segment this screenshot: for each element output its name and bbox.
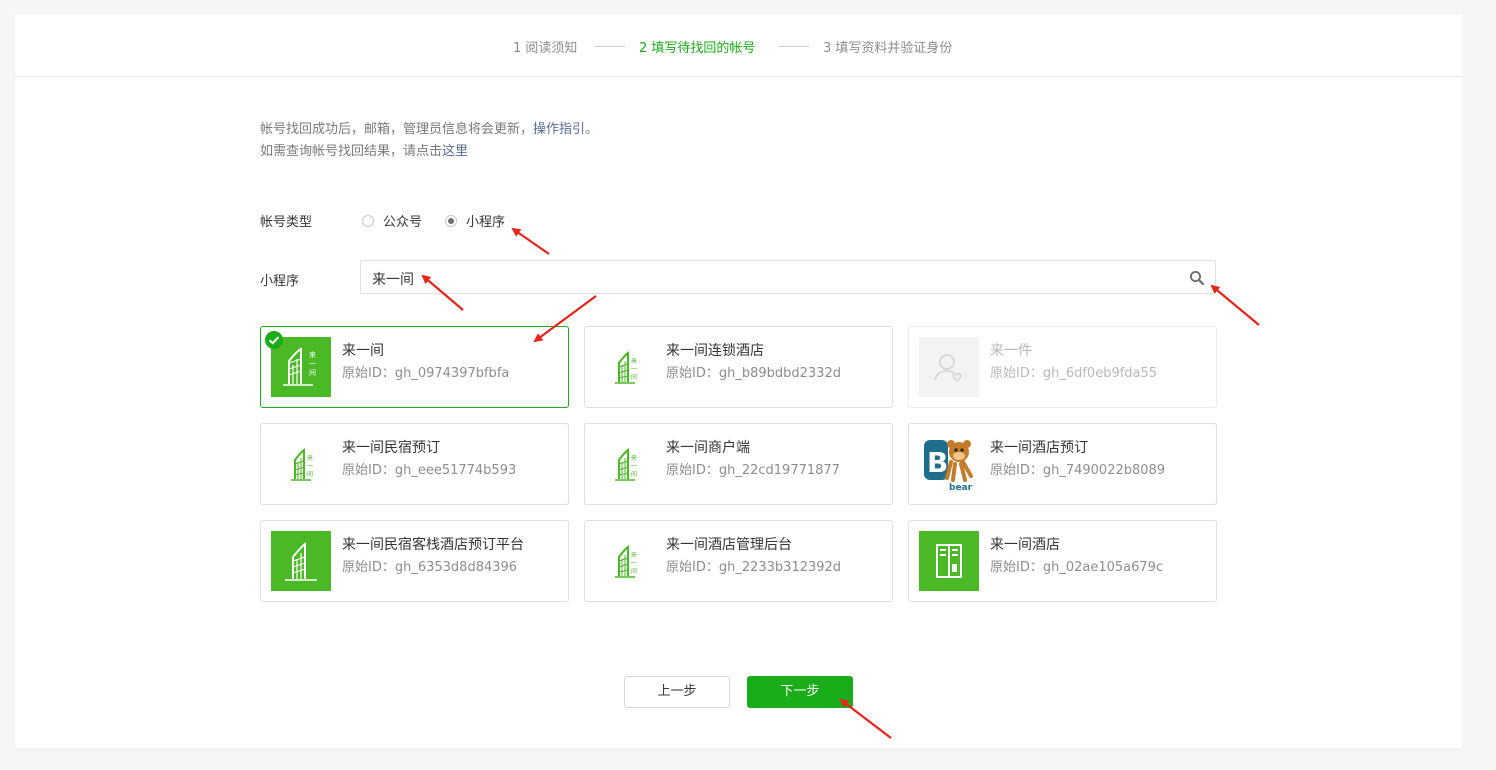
account-type-label: 帐号类型 [260, 215, 313, 230]
svg-text:来: 来 [631, 358, 637, 365]
result-original-id: 原始ID：gh_6353d8d84396 [342, 560, 518, 575]
result-original-id: 原始ID：gh_22cd19771877 [666, 463, 840, 478]
result-name: 来一间连锁酒店 [666, 343, 764, 359]
result-name: 来一间酒店管理后台 [666, 537, 792, 553]
radio-official-account[interactable]: 公众号 [362, 211, 422, 230]
mini-program-label: 小程序 [260, 274, 300, 289]
svg-text:一: 一 [307, 463, 313, 470]
svg-text:一: 一 [631, 366, 637, 373]
search-value: 来一间 [372, 272, 414, 288]
svg-text:来: 来 [631, 552, 637, 559]
white-sail-logo-icon: 来 一 间 [595, 531, 655, 591]
result-original-id: 原始ID：gh_7490022b8089 [990, 463, 1166, 478]
green-sail-logo-icon [271, 531, 331, 591]
check-icon [265, 331, 283, 349]
result-original-id: 原始ID：gh_2233b312392d [666, 560, 842, 575]
radio-mini-program[interactable]: 小程序 [445, 211, 505, 230]
green-door-logo-icon [919, 531, 979, 591]
result-card[interactable]: 来 一 间 来一间 原始ID：gh_0974397bfbfa [260, 326, 569, 408]
result-original-id: 原始ID：gh_02ae105a679c [990, 560, 1164, 575]
step-3: 3 填写资料并验证身份 [823, 41, 953, 56]
result-card-disabled: 来一件 原始ID：gh_6df0eb9fda55 [908, 326, 1217, 408]
search-icon[interactable] [1189, 270, 1205, 286]
svg-text:一: 一 [631, 463, 637, 470]
svg-text:一: 一 [631, 560, 637, 567]
svg-text:来: 来 [631, 455, 637, 462]
radio-on-icon [445, 214, 457, 227]
result-name: 来一间酒店 [990, 537, 1060, 553]
svg-text:间: 间 [309, 369, 316, 377]
result-original-id: 原始ID：gh_0974397bfbfa [342, 366, 510, 381]
step-progress-bar: 1 阅读须知 2 填写待找回的帐号 3 填写资料并验证身份 [15, 15, 1462, 77]
result-card[interactable]: 来 一 间 来一间民宿预订 原始ID：gh_eee51774b593 [260, 423, 569, 505]
svg-text:间: 间 [631, 470, 637, 478]
result-name: 来一间商户端 [666, 440, 750, 456]
result-card[interactable]: 来一间民宿客栈酒店预订平台 原始ID：gh_6353d8d84396 [260, 520, 569, 602]
svg-text:B: B [927, 446, 948, 479]
next-step-button[interactable]: 下一步 [747, 676, 853, 708]
radio-off-icon [362, 214, 374, 227]
white-sail-logo-icon: 来 一 间 [595, 337, 655, 397]
result-card[interactable]: B bear 来一间酒店预订 原始ID：gh_7490022b8089 [908, 423, 1217, 505]
notice-text: 帐号找回成功后，邮箱，管理员信息将会更新，操作指引。 如需查询帐号找回结果，请点… [260, 119, 598, 163]
result-card[interactable]: 来 一 间 来一间连锁酒店 原始ID：gh_b89bdbd2332d [584, 326, 893, 408]
default-avatar-icon [919, 337, 979, 397]
result-name: 来一件 [990, 343, 1032, 359]
result-name: 来一间酒店预订 [990, 440, 1088, 456]
step-divider [595, 46, 625, 47]
result-query-link[interactable]: 这里 [442, 144, 468, 159]
notice-line-1: 帐号找回成功后，邮箱，管理员信息将会更新，操作指引。 [260, 122, 599, 137]
white-sail-logo-icon: 来 一 间 [595, 434, 655, 494]
main-panel: 1 阅读须知 2 填写待找回的帐号 3 填写资料并验证身份 帐号找回成功后，邮箱… [15, 15, 1462, 748]
bear-logo-icon: B bear [919, 434, 979, 494]
result-card[interactable]: 来一间酒店 原始ID：gh_02ae105a679c [908, 520, 1217, 602]
previous-step-button[interactable]: 上一步 [624, 676, 730, 708]
step-divider [779, 46, 809, 47]
result-name: 来一间民宿客栈酒店预订平台 [342, 537, 524, 553]
mini-program-search-input[interactable]: 来一间 [360, 260, 1216, 294]
result-original-id: 原始ID：gh_6df0eb9fda55 [990, 366, 1158, 381]
step-2-active: 2 填写待找回的帐号 [639, 41, 756, 56]
result-card[interactable]: 来 一 间 来一间商户端 原始ID：gh_22cd19771877 [584, 423, 893, 505]
white-sail-logo-icon: 来 一 间 [271, 434, 331, 494]
svg-text:来: 来 [309, 351, 316, 359]
result-original-id: 原始ID：gh_b89bdbd2332d [666, 366, 841, 381]
notice-line-2: 如需查询帐号找回结果，请点击这里 [260, 144, 469, 159]
step-1: 1 阅读须知 [513, 41, 578, 56]
result-name: 来一间 [342, 343, 384, 359]
guide-link[interactable]: 操作指引 [533, 122, 585, 137]
result-original-id: 原始ID：gh_eee51774b593 [342, 463, 517, 478]
svg-text:间: 间 [307, 470, 313, 478]
svg-text:bear: bear [949, 483, 973, 493]
result-card[interactable]: 来 一 间 来一间酒店管理后台 原始ID：gh_2233b312392d [584, 520, 893, 602]
result-name: 来一间民宿预订 [342, 440, 440, 456]
svg-text:间: 间 [631, 373, 637, 381]
svg-text:间: 间 [631, 567, 637, 575]
svg-text:一: 一 [309, 360, 316, 368]
svg-text:来: 来 [307, 455, 313, 462]
